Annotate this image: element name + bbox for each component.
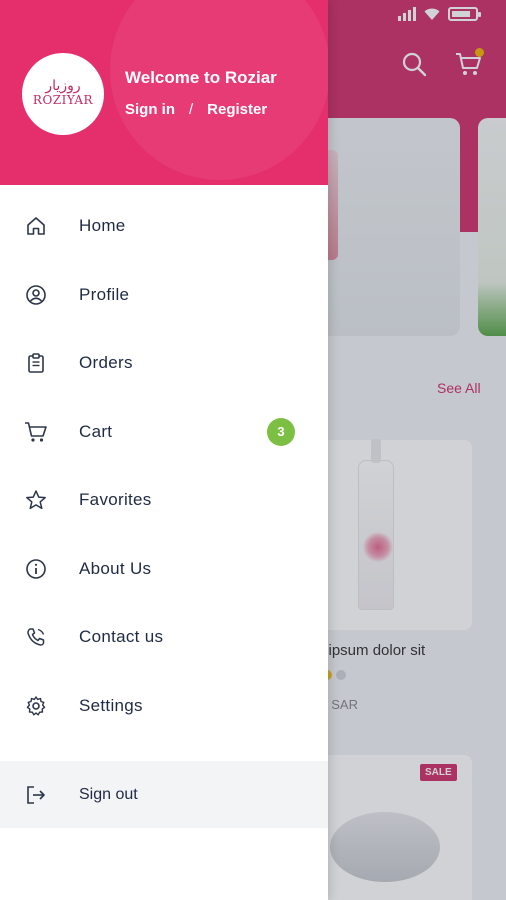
menu-item-profile[interactable]: Profile bbox=[0, 261, 328, 330]
menu-item-cart[interactable]: Cart 3 bbox=[0, 398, 328, 467]
menu-item-favorites[interactable]: Favorites bbox=[0, 466, 328, 535]
drawer-header: روزيار ROZIYAR Welcome to Roziar Sign in… bbox=[0, 0, 328, 185]
navigation-drawer: روزيار ROZIYAR Welcome to Roziar Sign in… bbox=[0, 0, 328, 900]
menu-item-label: Home bbox=[79, 216, 126, 236]
sign-out-icon bbox=[24, 783, 48, 807]
menu-item-orders[interactable]: Orders bbox=[0, 329, 328, 398]
auth-separator: / bbox=[189, 101, 194, 118]
sign-in-link[interactable]: Sign in bbox=[125, 101, 175, 118]
menu-item-label: Cart bbox=[79, 421, 113, 441]
menu-item-label: Settings bbox=[79, 695, 143, 715]
home-icon bbox=[24, 214, 48, 238]
register-link[interactable]: Register bbox=[207, 101, 267, 118]
star-icon bbox=[24, 488, 48, 512]
gear-icon bbox=[24, 694, 48, 718]
menu-item-label: Orders bbox=[79, 353, 133, 373]
menu-item-label: About Us bbox=[79, 558, 152, 578]
clipboard-icon bbox=[24, 351, 48, 375]
sign-out-label: Sign out bbox=[79, 785, 138, 803]
user-circle-icon bbox=[24, 283, 48, 307]
menu-item-label: Favorites bbox=[79, 490, 152, 510]
menu-item-home[interactable]: Home bbox=[0, 192, 328, 261]
cart-icon bbox=[24, 420, 48, 444]
menu-item-contact-us[interactable]: Contact us bbox=[0, 603, 328, 672]
auth-links: Sign in / Register bbox=[125, 101, 267, 118]
welcome-text: Welcome to Roziar bbox=[125, 68, 277, 87]
brand-logo: روزيار ROZIYAR bbox=[22, 53, 104, 135]
menu-item-label: Contact us bbox=[79, 627, 164, 647]
phone-icon bbox=[24, 625, 48, 649]
cart-count-badge: 3 bbox=[267, 417, 295, 446]
menu-item-settings[interactable]: Settings bbox=[0, 672, 328, 741]
menu-item-about-us[interactable]: About Us bbox=[0, 535, 328, 604]
menu-item-label: Profile bbox=[79, 284, 130, 304]
sign-out-button[interactable]: Sign out bbox=[0, 761, 328, 828]
drawer-menu: Home Profile Orders Cart 3 Favorites Abo… bbox=[0, 192, 328, 740]
info-icon bbox=[24, 557, 48, 581]
